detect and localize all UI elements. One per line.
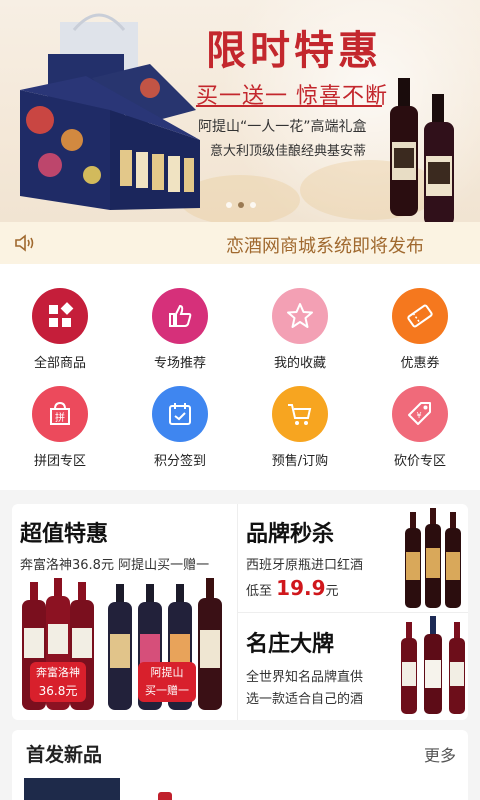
price-suffix: 元	[325, 584, 339, 599]
group-buy-icon: 拼	[32, 386, 88, 442]
menu-label: 预售/订购	[271, 454, 329, 469]
brand-flash-sale-card[interactable]: 品牌秒杀 西班牙原瓶进口红酒 低至 19.9元	[238, 504, 468, 612]
tag-line: 36.8元	[38, 684, 78, 698]
notice-bar[interactable]: 恋酒网商城系统即将发布	[0, 222, 480, 264]
value-deals-subtitle: 奔富洛神36.8元 阿提山买一赠一	[20, 558, 210, 573]
notice-text: 恋酒网商城系统即将发布	[226, 236, 424, 257]
price-tag-label: 奔富洛神 36.8元	[30, 664, 86, 700]
thumbs-up-icon	[152, 288, 208, 344]
carousel-dots[interactable]	[226, 202, 256, 208]
menu-label: 拼团专区	[33, 454, 86, 469]
cart-icon	[272, 386, 328, 442]
menu-recommended[interactable]: 专场推荐	[120, 288, 240, 371]
more-link[interactable]: 更多	[424, 742, 456, 766]
svg-text:拼: 拼	[55, 411, 65, 424]
wine-bottles-image	[390, 78, 454, 222]
gift-box-image	[20, 13, 200, 210]
famous-brands-image	[401, 616, 465, 714]
calendar-icon	[152, 386, 208, 442]
banner-title: 限时特惠	[206, 27, 382, 74]
famous-brands-title: 名庄大牌	[246, 632, 335, 657]
famous-brands-subtitle2: 选一款适合自己的酒	[246, 692, 364, 707]
category-grid: 全部商品 专场推荐 我的收藏 优惠券 拼 拼团专区 积分签到 预售/订购 ¥ 砍…	[0, 264, 480, 490]
flash-sale-title: 品牌秒杀	[246, 522, 335, 547]
price-value: 19.9	[276, 576, 326, 600]
carousel-dot[interactable]	[226, 202, 232, 208]
promo-banner[interactable]: 限时特惠 买一送一 惊喜不断 阿提山“一人一花”高端礼盒 意大利顶级佳酿经典基安…	[0, 0, 480, 222]
menu-label: 砍价专区	[393, 454, 446, 469]
menu-label: 全部商品	[33, 356, 86, 371]
speaker-icon	[15, 234, 34, 252]
star-icon	[272, 288, 328, 344]
famous-brands-card[interactable]: 名庄大牌 全世界知名品牌直供 选一款适合自己的酒	[238, 612, 468, 720]
famous-brands-subtitle: 全世界知名品牌直供	[246, 670, 364, 685]
banner-line2: 阿提山“一人一花”高端礼盒	[198, 119, 367, 135]
new-product-thumbnail[interactable]	[24, 778, 120, 800]
menu-coupons[interactable]: 优惠券	[360, 288, 480, 371]
price-tag-icon: ¥	[392, 386, 448, 442]
new-products-title: 首发新品	[26, 744, 103, 766]
banner-divider	[196, 105, 382, 107]
tag-line: 阿提山	[150, 666, 184, 679]
carousel-dot-active[interactable]	[238, 202, 244, 208]
menu-presale[interactable]: 预售/订购	[240, 386, 360, 469]
menu-label: 优惠券	[400, 356, 440, 371]
price-prefix: 低至	[246, 584, 273, 599]
menu-label: 我的收藏	[273, 356, 326, 371]
value-deals-title: 超值特惠	[20, 522, 109, 547]
banner-line3: 意大利顶级佳酿经典基安蒂	[210, 144, 367, 159]
menu-group-buy[interactable]: 拼 拼团专区	[0, 386, 120, 469]
grid-icon	[32, 288, 88, 344]
app-page: 限时特惠 买一送一 惊喜不断 阿提山“一人一花”高端礼盒 意大利顶级佳酿经典基安…	[0, 0, 480, 800]
menu-bargain[interactable]: ¥ 砍价专区	[360, 386, 480, 469]
svg-text:¥: ¥	[416, 411, 421, 420]
value-deals-card[interactable]: 超值特惠 奔富洛神36.8元 阿提山买一赠一 奔富洛神 36.8元 阿提山 买一…	[12, 504, 237, 720]
carousel-dot[interactable]	[250, 202, 256, 208]
new-product-thumbnail[interactable]	[158, 792, 172, 800]
flash-sale-subtitle: 西班牙原瓶进口红酒	[246, 558, 364, 573]
tag-line: 买一赠一	[145, 684, 189, 697]
flash-sale-image	[405, 508, 461, 608]
new-products-section: 首发新品 更多	[12, 730, 468, 800]
price-tag-label: 阿提山 买一赠一	[138, 664, 196, 700]
coupon-icon	[392, 288, 448, 344]
menu-label: 积分签到	[153, 454, 206, 469]
menu-all-products[interactable]: 全部商品	[0, 288, 120, 371]
menu-label: 专场推荐	[153, 356, 206, 371]
flash-sale-price: 低至 19.9元	[246, 576, 339, 600]
menu-favorites[interactable]: 我的收藏	[240, 288, 360, 371]
promo-section: 超值特惠 奔富洛神36.8元 阿提山买一赠一 奔富洛神 36.8元 阿提山 买一…	[12, 504, 468, 720]
menu-points-checkin[interactable]: 积分签到	[120, 386, 240, 469]
tag-line: 奔富洛神	[36, 666, 80, 679]
